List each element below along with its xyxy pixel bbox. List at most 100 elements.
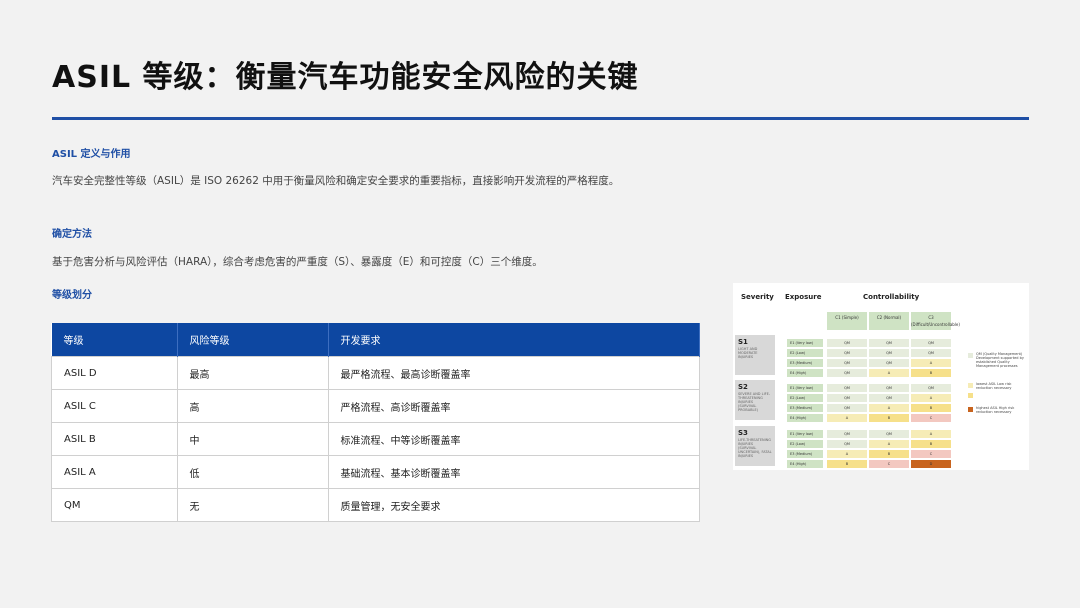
table-row: ASIL A 低 基础流程、基本诊断覆盖率 xyxy=(51,455,700,489)
legend-highest-text: highest ASIL High risk reduction necessa… xyxy=(976,406,1015,414)
page-title: ASIL 等级：衡量汽车功能安全风险的关键 xyxy=(52,60,639,95)
matrix-c3-header: C3 (Difficult/Uncontrollable) xyxy=(911,312,960,330)
matrix-asil-cell: QM xyxy=(827,384,867,392)
matrix-asil-cell: QM xyxy=(827,430,867,438)
matrix-s3-box: S3 LIFE-THREATENING INJURIES (SURVIVAL U… xyxy=(735,426,775,466)
matrix-exposure-cell: E4 (High) xyxy=(787,460,823,468)
matrix-asil-cell: D xyxy=(911,460,951,468)
matrix-header-severity: Severity xyxy=(741,293,774,301)
cell-risk: 无 xyxy=(176,488,329,522)
cell-grade: ASIL A xyxy=(51,455,178,489)
matrix-asil-cell: C xyxy=(911,414,951,422)
cell-requirement: 质量管理，无安全要求 xyxy=(327,488,700,522)
cell-requirement: 基础流程、基本诊断覆盖率 xyxy=(327,455,700,489)
matrix-s2-box: S2 SEVERE AND LIFE-THREATENING INJURIES … xyxy=(735,380,775,420)
matrix-header-controllability: Controllability xyxy=(863,293,920,301)
matrix-asil-cell: A xyxy=(869,404,909,412)
matrix-asil-cell: QM xyxy=(869,359,909,367)
matrix-asil-cell: A xyxy=(911,359,951,367)
matrix-s2-desc: SEVERE AND LIFE-THREATENING INJURIES (SU… xyxy=(738,392,771,412)
matrix-exposure-cell: E1 (Very low) xyxy=(787,384,823,392)
matrix-asil-cell: B xyxy=(869,414,909,422)
matrix-header-exposure: Exposure xyxy=(785,293,822,301)
table-row: ASIL D 最高 最严格流程、最高诊断覆盖率 xyxy=(51,356,700,390)
matrix-asil-cell: QM xyxy=(869,394,909,402)
matrix-asil-cell: C xyxy=(869,460,909,468)
matrix-asil-cell: B xyxy=(911,404,951,412)
cell-risk: 最高 xyxy=(176,356,329,390)
matrix-asil-cell: QM xyxy=(869,339,909,347)
cell-risk: 中 xyxy=(176,422,329,456)
asil-matrix-figure: Severity Exposure Controllability C1 (Si… xyxy=(733,283,1029,470)
matrix-asil-cell: QM xyxy=(911,339,951,347)
col-header-requirement: 开发要求 xyxy=(328,323,700,357)
matrix-asil-cell: QM xyxy=(827,349,867,357)
legend-mid-swatch xyxy=(968,393,973,398)
matrix-asil-cell: A xyxy=(869,369,909,377)
matrix-asil-cell: B xyxy=(911,440,951,448)
cell-risk: 低 xyxy=(176,455,329,489)
matrix-asil-cell: QM xyxy=(869,384,909,392)
matrix-exposure-cell: E4 (High) xyxy=(787,414,823,422)
matrix-exposure-cell: E1 (Very low) xyxy=(787,430,823,438)
matrix-s2-label: S2 xyxy=(738,383,748,391)
cell-requirement: 标准流程、中等诊断覆盖率 xyxy=(327,422,700,456)
matrix-s3-desc: LIFE-THREATENING INJURIES (SURVIVAL UNCE… xyxy=(738,438,772,458)
matrix-asil-cell: QM xyxy=(827,369,867,377)
legend-lowest-swatch xyxy=(968,383,973,388)
matrix-asil-cell: QM xyxy=(911,349,951,357)
matrix-asil-cell: QM xyxy=(827,440,867,448)
matrix-exposure-cell: E2 (Low) xyxy=(787,394,823,402)
matrix-asil-cell: B xyxy=(827,460,867,468)
matrix-asil-cell: QM xyxy=(869,349,909,357)
matrix-asil-cell: B xyxy=(911,369,951,377)
matrix-asil-cell: A xyxy=(869,440,909,448)
section-heading-method: 确定方法 xyxy=(52,229,92,240)
col-header-risk: 风险等级 xyxy=(177,323,329,357)
cell-risk: 高 xyxy=(176,389,329,423)
definition-text: 汽车安全完整性等级（ASIL）是 ISO 26262 中用于衡量风险和确定安全要… xyxy=(52,175,620,187)
matrix-asil-cell: QM xyxy=(827,359,867,367)
section-heading-grading: 等级划分 xyxy=(52,290,92,301)
asil-grade-table: 等级 风险等级 开发要求 ASIL D 最高 最严格流程、最高诊断覆盖率 ASI… xyxy=(51,323,700,522)
matrix-exposure-cell: E2 (Low) xyxy=(787,349,823,357)
cell-grade: ASIL B xyxy=(51,422,178,456)
cell-requirement: 严格流程、高诊断覆盖率 xyxy=(327,389,700,423)
matrix-s3-label: S3 xyxy=(738,429,748,437)
matrix-asil-cell: A xyxy=(911,394,951,402)
matrix-c1-header: C1 (Simple) xyxy=(827,312,867,330)
matrix-exposure-cell: E4 (High) xyxy=(787,369,823,377)
matrix-exposure-cell: E3 (Medium) xyxy=(787,359,823,367)
cell-grade: QM xyxy=(51,488,178,522)
matrix-asil-cell: A xyxy=(827,414,867,422)
legend-lowest-text: lowest ASIL Low risk reduction necessary xyxy=(976,382,1012,390)
matrix-asil-cell: C xyxy=(911,450,951,458)
matrix-asil-cell: A xyxy=(827,450,867,458)
matrix-s1-desc: LIGHT AND MODERATE INJURIES xyxy=(738,347,758,359)
matrix-asil-cell: QM xyxy=(911,384,951,392)
table-row: ASIL C 高 严格流程、高诊断覆盖率 xyxy=(51,389,700,423)
cell-requirement: 最严格流程、最高诊断覆盖率 xyxy=(327,356,700,390)
matrix-c2-header: C2 (Normal) xyxy=(869,312,909,330)
legend-qm-swatch xyxy=(968,353,973,358)
matrix-s1-label: S1 xyxy=(738,338,748,346)
matrix-asil-cell: QM xyxy=(869,430,909,438)
matrix-exposure-cell: E3 (Medium) xyxy=(787,404,823,412)
matrix-asil-cell: A xyxy=(911,430,951,438)
legend-qm-text: QM (Quality Management) Development supp… xyxy=(976,352,1024,368)
matrix-asil-cell: QM xyxy=(827,339,867,347)
table-row: ASIL B 中 标准流程、中等诊断覆盖率 xyxy=(51,422,700,456)
matrix-asil-cell: B xyxy=(869,450,909,458)
table-header-row: 等级 风险等级 开发要求 xyxy=(51,323,700,357)
section-heading-definition: ASIL 定义与作用 xyxy=(52,149,131,160)
col-header-grade: 等级 xyxy=(51,323,178,357)
method-text: 基于危害分析与风险评估（HARA），综合考虑危害的严重度（S）、暴露度（E）和可… xyxy=(52,256,543,268)
title-divider xyxy=(52,117,1029,120)
legend-highest-swatch xyxy=(968,407,973,412)
matrix-exposure-cell: E1 (Very low) xyxy=(787,339,823,347)
matrix-s1-box: S1 LIGHT AND MODERATE INJURIES xyxy=(735,335,775,375)
cell-grade: ASIL C xyxy=(51,389,178,423)
matrix-exposure-cell: E2 (Low) xyxy=(787,440,823,448)
matrix-exposure-cell: E3 (Medium) xyxy=(787,450,823,458)
matrix-asil-cell: QM xyxy=(827,394,867,402)
